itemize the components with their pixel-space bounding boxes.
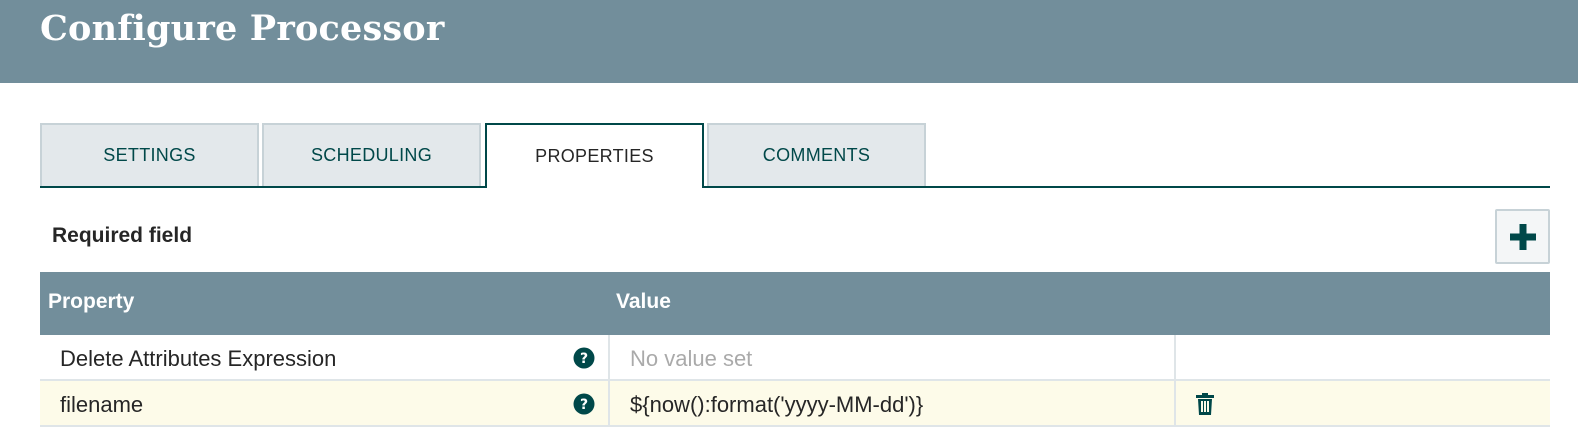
plus-icon — [1509, 223, 1536, 250]
dialog-header: Configure Processor — [0, 0, 1578, 83]
cell-divider — [1174, 335, 1176, 379]
required-field-label: Required field — [52, 224, 193, 247]
help-icon[interactable]: ? — [573, 347, 595, 369]
dialog-title: Configure Processor — [40, 8, 445, 49]
property-name: filename — [60, 392, 144, 417]
property-name: Delete Attributes Expression — [60, 346, 337, 371]
property-value[interactable]: ${now():format('yyyy-MM-dd')} — [630, 392, 923, 418]
tab-underline — [40, 186, 1550, 188]
property-value[interactable]: No value set — [630, 346, 752, 372]
tab-comments[interactable]: COMMENTS — [707, 123, 926, 186]
table-row[interactable]: filename ? ${now():format('yyyy-MM-dd')} — [40, 381, 1550, 427]
trash-icon[interactable] — [1196, 393, 1214, 415]
column-header-value: Value — [616, 290, 671, 313]
tab-properties[interactable]: PROPERTIES — [485, 123, 704, 188]
column-header-property: Property — [48, 290, 135, 313]
table-header: Property Value — [40, 272, 1550, 335]
svg-text:?: ? — [580, 397, 588, 413]
properties-table: Property Value Delete Attributes Express… — [40, 272, 1550, 427]
tab-bar: SETTINGS SCHEDULING PROPERTIES COMMENTS — [40, 123, 1550, 188]
help-icon[interactable]: ? — [573, 393, 595, 415]
tab-settings[interactable]: SETTINGS — [40, 123, 259, 186]
tab-scheduling[interactable]: SCHEDULING — [262, 123, 481, 186]
cell-divider — [1174, 381, 1176, 425]
add-property-button[interactable] — [1495, 209, 1550, 264]
cell-divider — [608, 335, 610, 379]
table-row[interactable]: Delete Attributes Expression ? No value … — [40, 335, 1550, 381]
cell-divider — [608, 381, 610, 425]
svg-text:?: ? — [580, 351, 588, 367]
